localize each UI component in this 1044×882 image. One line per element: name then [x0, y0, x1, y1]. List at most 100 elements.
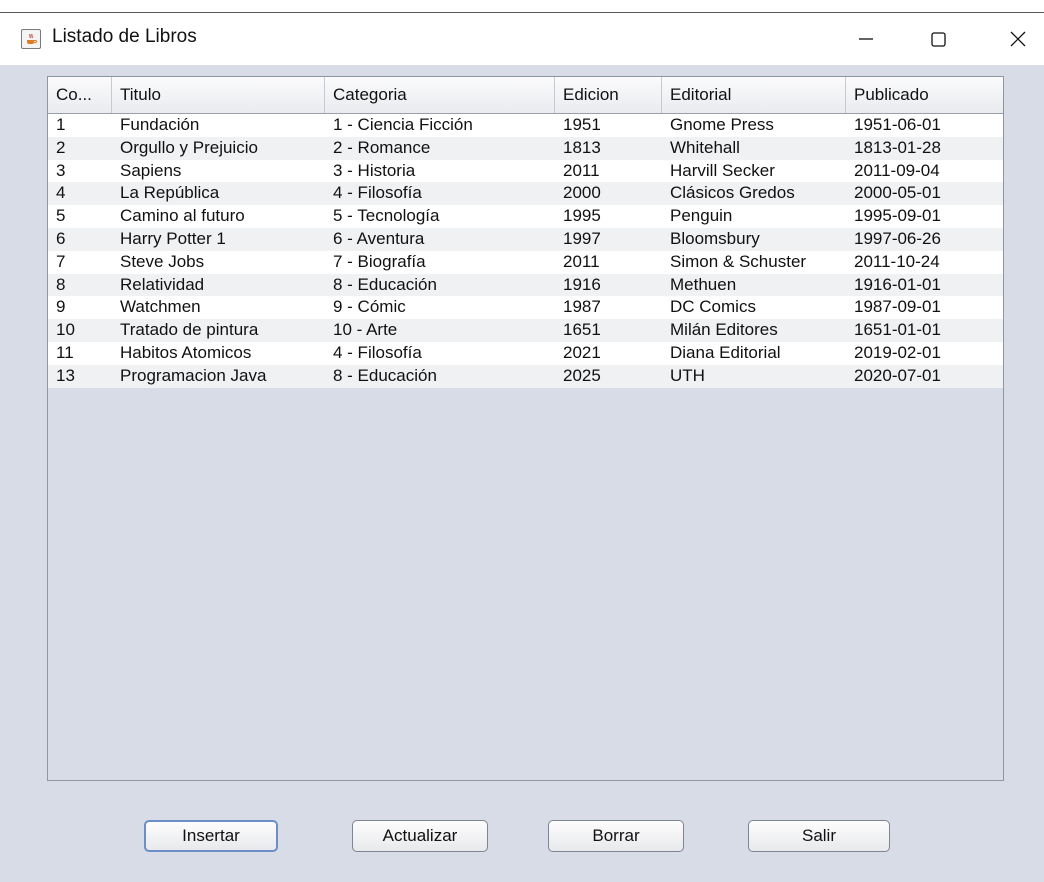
- cell-category: 3 - Historia: [333, 160, 416, 180]
- cell-edition: 2025: [563, 365, 601, 385]
- cell-published: 1813-01-28: [854, 137, 941, 157]
- cell-published: 2011-09-04: [854, 160, 940, 180]
- cell-published: 1951-06-01: [854, 115, 941, 134]
- table-row[interactable]: 8 Relatividad 8 - Educación 1916 Methuen…: [48, 273, 1003, 297]
- close-button[interactable]: [990, 13, 1044, 65]
- cell-edition: 2000: [563, 183, 601, 203]
- cell-title: Orgullo y Prejuicio: [120, 137, 258, 157]
- minimize-icon: [859, 38, 873, 40]
- cell-category: 9 - Cómic: [333, 297, 406, 317]
- column-header-title[interactable]: Titulo: [112, 77, 325, 113]
- close-icon: [1010, 31, 1026, 47]
- cell-title: Programacion Java: [120, 365, 267, 385]
- cell-title: Relatividad: [120, 274, 205, 294]
- cell-title: Tratado de pintura: [120, 320, 259, 340]
- cell-publisher: Diana Editorial: [670, 342, 781, 362]
- cell-code: 13: [56, 365, 75, 385]
- table-row[interactable]: 11 Habitos Atomicos 4 - Filosofía 2021 D…: [48, 341, 1003, 365]
- table-row[interactable]: 10 Tratado de pintura 10 - Arte 1651 Mil…: [48, 319, 1003, 342]
- cell-category: 10 - Arte: [333, 320, 398, 340]
- cell-publisher: Penguin: [670, 206, 733, 226]
- table-row[interactable]: 1 Fundación 1 - Ciencia Ficción 1951 Gno…: [48, 114, 1003, 137]
- cell-edition: 1997: [563, 228, 601, 248]
- maximize-button[interactable]: [910, 13, 966, 65]
- cell-code: 10: [56, 320, 75, 340]
- cell-code: 4: [56, 183, 66, 203]
- cell-published: 2000-05-01: [854, 183, 941, 203]
- cell-title: Sapiens: [120, 160, 182, 180]
- title-bar: Listado de Libros: [0, 12, 1044, 65]
- table-row[interactable]: 2 Orgullo y Prejuicio 2 - Romance 1813 W…: [48, 136, 1003, 160]
- table-header: Co... Titulo Categoria Edicion Editorial…: [48, 77, 1003, 114]
- table-row[interactable]: 5 Camino al futuro 5 - Tecnología 1995 P…: [48, 205, 1003, 228]
- cell-edition: 1651: [563, 320, 601, 340]
- column-header-code[interactable]: Co...: [48, 77, 112, 113]
- cell-published: 1995-09-01: [854, 206, 941, 226]
- cell-publisher: Milán Editores: [670, 320, 778, 340]
- cell-publisher: Gnome Press: [670, 115, 774, 134]
- cell-code: 7: [56, 251, 66, 271]
- cell-category: 6 - Aventura: [333, 228, 425, 248]
- cell-publisher: UTH: [670, 365, 705, 385]
- cell-code: 8: [56, 274, 66, 294]
- cell-publisher: Clásicos Gredos: [670, 183, 795, 203]
- cell-published: 1997-06-26: [854, 228, 941, 248]
- table-body: 1 Fundación 1 - Ciencia Ficción 1951 Gno…: [48, 114, 1003, 388]
- cell-category: 8 - Educación: [333, 365, 437, 385]
- cell-publisher: Bloomsbury: [670, 228, 760, 248]
- cell-code: 1: [56, 115, 66, 134]
- cell-title: Harry Potter 1: [120, 228, 226, 248]
- table-row[interactable]: 3 Sapiens 3 - Historia 2011 Harvill Seck…: [48, 159, 1003, 183]
- cell-publisher: Simon & Schuster: [670, 251, 807, 271]
- cell-published: 2020-07-01: [854, 365, 941, 385]
- maximize-icon: [931, 32, 946, 47]
- column-header-published[interactable]: Publicado: [846, 77, 1003, 113]
- cell-published: 1987-09-01: [854, 297, 941, 317]
- delete-button[interactable]: Borrar: [548, 820, 684, 852]
- cell-edition: 1813: [563, 137, 601, 157]
- cell-title: Watchmen: [120, 297, 201, 317]
- column-header-publisher[interactable]: Editorial: [662, 77, 846, 113]
- cell-published: 2019-02-01: [854, 342, 941, 362]
- cell-edition: 2021: [563, 342, 601, 362]
- cell-code: 11: [56, 342, 74, 362]
- java-coffee-icon: [21, 29, 41, 49]
- cell-title: La República: [120, 183, 220, 203]
- cell-title: Fundación: [120, 115, 200, 134]
- minimize-button[interactable]: [838, 13, 894, 65]
- cell-publisher: Harvill Secker: [670, 160, 775, 180]
- table-row[interactable]: 4 La República 4 - Filosofía 2000 Clásic…: [48, 182, 1003, 206]
- cell-category: 4 - Filosofía: [333, 342, 422, 362]
- table-row[interactable]: 9 Watchmen 9 - Cómic 1987 DC Comics 1987…: [48, 296, 1003, 320]
- books-table[interactable]: Co... Titulo Categoria Edicion Editorial…: [47, 76, 1004, 781]
- cell-category: 2 - Romance: [333, 137, 431, 157]
- cell-edition: 1951: [563, 115, 601, 134]
- cell-code: 3: [56, 160, 66, 180]
- column-header-category[interactable]: Categoria: [325, 77, 555, 113]
- cell-edition: 2011: [563, 251, 600, 271]
- cell-code: 2: [56, 137, 66, 157]
- table-row[interactable]: 13 Programacion Java 8 - Educación 2025 …: [48, 364, 1003, 388]
- cell-published: 1651-01-01: [854, 320, 941, 340]
- cell-published: 2011-10-24: [854, 251, 940, 271]
- cell-code: 5: [56, 206, 66, 226]
- cell-edition: 1916: [563, 274, 601, 294]
- cell-category: 1 - Ciencia Ficción: [333, 115, 473, 134]
- cell-edition: 2011: [563, 160, 600, 180]
- cell-category: 8 - Educación: [333, 274, 437, 294]
- cell-publisher: Whitehall: [670, 137, 740, 157]
- cell-publisher: DC Comics: [670, 297, 756, 317]
- cell-edition: 1987: [563, 297, 601, 317]
- cell-category: 4 - Filosofía: [333, 183, 422, 203]
- top-strip: [0, 0, 1044, 12]
- cell-edition: 1995: [563, 206, 601, 226]
- insert-button[interactable]: Insertar: [144, 820, 278, 852]
- column-header-edition[interactable]: Edicion: [555, 77, 662, 113]
- cell-title: Camino al futuro: [120, 206, 245, 226]
- table-row[interactable]: 6 Harry Potter 1 6 - Aventura 1997 Bloom…: [48, 227, 1003, 251]
- cell-title: Steve Jobs: [120, 251, 205, 271]
- cell-publisher: Methuen: [670, 274, 737, 294]
- exit-button[interactable]: Salir: [748, 820, 890, 852]
- table-row[interactable]: 7 Steve Jobs 7 - Biografía 2011 Simon & …: [48, 250, 1003, 274]
- update-button[interactable]: Actualizar: [352, 820, 488, 852]
